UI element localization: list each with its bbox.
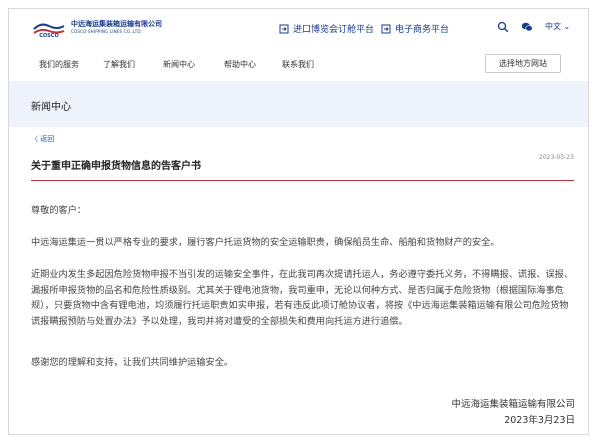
article-paragraph: 感谢您的理解和支持，让我们共同维护运输安全。 — [31, 357, 234, 368]
company-logo[interactable]: COSCO 中远海运集装箱运输有限公司 COSCO SHIPPING LINES… — [31, 18, 181, 40]
nav-item-contact[interactable]: 联系我们 — [282, 59, 314, 70]
expo-booking-link[interactable]: 进口博览会订舱平台 — [279, 22, 374, 35]
nav-item-services[interactable]: 我们的服务 — [39, 59, 79, 70]
ecommerce-label: 电子商务平台 — [395, 25, 450, 35]
language-selector[interactable]: 中文 ⌄ — [545, 21, 570, 32]
nav-item-about[interactable]: 了解我们 — [103, 59, 135, 70]
section-banner: 新闻中心 — [9, 81, 588, 127]
article-date: 2023-03-23 — [539, 154, 574, 161]
main-nav: 我们的服务 了解我们 新闻中心 帮助中心 联系我们 选择地方网站 — [9, 45, 588, 82]
title-divider — [31, 180, 574, 181]
logo-cn-text: 中远海运集装箱运输有限公司 — [71, 20, 162, 28]
chevron-down-icon: ⌄ — [563, 22, 571, 31]
ecommerce-link[interactable]: 电子商务平台 — [381, 22, 449, 35]
wechat-icon[interactable] — [521, 21, 533, 33]
cosco-logo-icon: COSCO — [31, 20, 67, 38]
signature-date: 2023年3月23日 — [504, 415, 575, 426]
article-title: 关于重申正确申报货物信息的告客户书 — [31, 161, 201, 172]
ecommerce-icon — [381, 24, 391, 33]
banner-title: 新闻中心 — [31, 102, 71, 113]
select-site-button[interactable]: 选择地方网站 — [485, 54, 561, 73]
article-paragraph: 中远海运集运一贯以严格专业的要求，履行客户托运货物的安全运输职责，确保船员生命、… — [31, 237, 500, 248]
signature-company: 中远海运集装箱运输有限公司 — [451, 399, 575, 410]
page-frame: COSCO 中远海运集装箱运输有限公司 COSCO SHIPPING LINES… — [8, 8, 589, 435]
search-icon[interactable] — [497, 21, 509, 33]
expo-booking-label: 进口博览会订舱平台 — [293, 25, 375, 35]
back-label: 返回 — [40, 135, 55, 143]
svg-text:COSCO: COSCO — [39, 33, 58, 38]
nav-item-help[interactable]: 帮助中心 — [224, 59, 256, 70]
logo-en-text: COSCO SHIPPING LINES CO.,LTD. — [71, 29, 143, 34]
chevron-left-icon: 〈 — [31, 135, 38, 143]
article-paragraph: 近期业内发生多起因危险货物申报不当引发的运输安全事件，在此我司再次提请托运人，务… — [31, 269, 574, 327]
top-bar: COSCO 中远海运集装箱运输有限公司 COSCO SHIPPING LINES… — [9, 9, 588, 45]
back-link[interactable]: 〈 返回 — [31, 134, 54, 144]
login-icon — [279, 24, 289, 33]
language-label: 中文 — [545, 22, 561, 31]
article-greeting: 尊敬的客户： — [31, 205, 87, 216]
nav-item-news[interactable]: 新闻中心 — [163, 59, 195, 70]
